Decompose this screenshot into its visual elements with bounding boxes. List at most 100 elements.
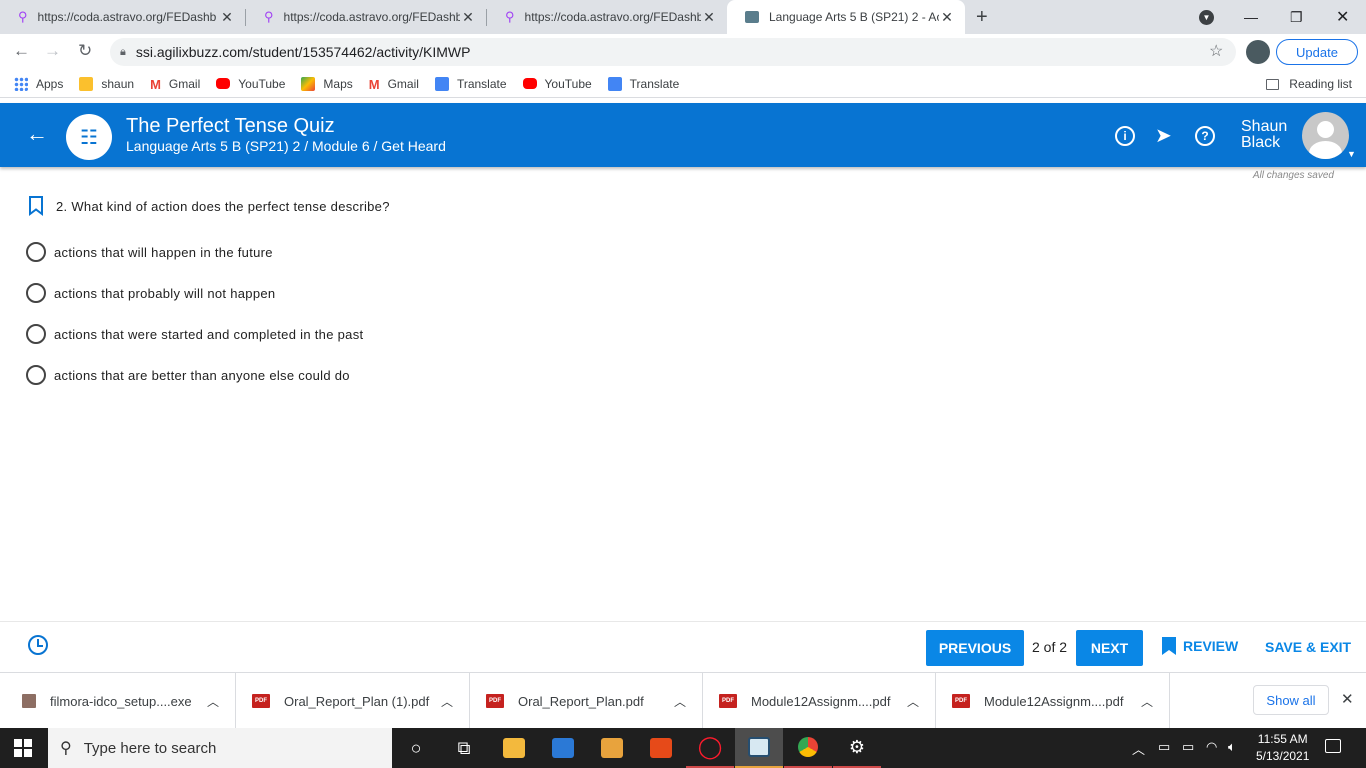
meet-icon[interactable]: ▭ [1158, 739, 1170, 755]
settings-gear-icon[interactable]: ⚙ [833, 728, 881, 768]
gmail-icon: M [368, 76, 380, 92]
back-arrow-icon[interactable]: ← [13, 41, 30, 61]
close-tab-icon[interactable]: ✕ [939, 9, 955, 26]
bookmark-icon [1162, 637, 1176, 655]
download-item[interactable]: PDF Oral_Report_Plan.pdf ︿ [470, 673, 703, 729]
close-downloads-icon[interactable]: ✕ [1341, 690, 1354, 708]
quiz-footer: PREVIOUS 2 of 2 NEXT REVIEW SAVE & EXIT [0, 621, 1366, 671]
previous-button[interactable]: PREVIOUS [926, 630, 1024, 666]
user-avatar[interactable] [1302, 112, 1349, 159]
question-counter: 2 of 2 [1032, 639, 1068, 655]
downloads-bar: filmora-idco_setup....exe ︿ PDF Oral_Repor… [0, 672, 1366, 729]
pdf-file-icon: PDF [486, 694, 504, 708]
show-all-downloads-button[interactable]: Show all [1253, 685, 1329, 715]
url-text: ssi.agilixbuzz.com/student/153574462/act… [135, 44, 471, 60]
bookmark-gmail[interactable]: M Gmail [368, 76, 419, 92]
forward-arrow-icon[interactable]: → [44, 41, 61, 61]
new-tab-plus-icon[interactable]: + [976, 6, 988, 29]
download-item[interactable]: filmora-idco_setup....exe ︿ [0, 673, 236, 729]
taskbar-search-box[interactable]: ⚲ Type here to search [48, 728, 392, 768]
clock-icon[interactable] [28, 635, 48, 655]
help-icon[interactable]: ? [1195, 123, 1215, 146]
answer-option[interactable]: actions that will happen in the future [26, 242, 273, 262]
bookmark-gmail[interactable]: M Gmail [150, 77, 200, 92]
bookmark-maps[interactable]: Maps [301, 76, 353, 91]
next-button[interactable]: NEXT [1076, 630, 1143, 666]
notification-icon[interactable] [1325, 739, 1341, 753]
chevron-up-icon[interactable]: ︿ [1132, 739, 1145, 758]
caret-down-icon[interactable]: ▼ [1347, 149, 1356, 159]
back-arrow-icon[interactable]: ← [26, 121, 48, 147]
save-exit-button[interactable]: SAVE & EXIT [1265, 639, 1351, 655]
browser-tab[interactable]: ⚲ https://coda.astravo.org/FEDashb ✕ [246, 0, 486, 34]
window-close-icon[interactable]: ✕ [1336, 0, 1349, 34]
browser-tab[interactable]: ⚲ https://coda.astravo.org/FEDashb ✕ [0, 0, 245, 34]
battery-icon[interactable]: ▭ [1182, 739, 1194, 755]
close-tab-icon[interactable]: ✕ [460, 9, 476, 26]
maps-icon [301, 76, 316, 91]
chevron-up-icon[interactable]: ︿ [207, 693, 219, 710]
chrome-icon[interactable] [784, 728, 832, 768]
windows-start-icon[interactable] [14, 739, 32, 757]
save-status: All changes saved [1252, 170, 1334, 181]
answer-option[interactable]: actions that were started and completed … [26, 324, 363, 344]
restore-icon[interactable]: ❐ [1290, 0, 1303, 34]
bookmark-translate[interactable]: Translate [607, 76, 679, 91]
download-item[interactable]: PDF Module12Assignm....pdf ︿ [703, 673, 936, 729]
office-icon[interactable] [637, 728, 685, 768]
radio-button[interactable] [26, 242, 46, 262]
bookmark-outline-icon[interactable] [28, 196, 44, 216]
task-view-icon[interactable]: ⧉ [440, 728, 488, 768]
page-title: The Perfect Tense Quiz [126, 115, 335, 137]
radio-button[interactable] [26, 283, 46, 303]
download-item[interactable]: PDF Oral_Report_Plan (1).pdf ︿ [236, 673, 470, 729]
radio-button[interactable] [26, 365, 46, 385]
volume-icon[interactable]: 🔈︎ [1228, 739, 1236, 755]
location-pin-icon: ⚲ [505, 9, 515, 24]
chevron-up-icon[interactable]: ︿ [441, 693, 453, 710]
location-pin-icon: ⚲ [264, 9, 274, 24]
wifi-icon[interactable]: ◠ [1206, 739, 1217, 755]
chevron-up-icon[interactable]: ︿ [1141, 693, 1153, 710]
update-button[interactable]: Update [1276, 39, 1358, 65]
radio-button[interactable] [26, 324, 46, 344]
minimize-icon[interactable]: — [1244, 0, 1258, 34]
tab-search-icon[interactable]: ▼ [1199, 0, 1214, 34]
tab-title: Language Arts 5 B (SP21) 2 - Acti [769, 10, 939, 24]
answer-option[interactable]: actions that probably will not happen [26, 283, 275, 303]
bookmark-youtube[interactable]: YouTube [216, 77, 285, 91]
close-tab-icon[interactable]: ✕ [219, 9, 235, 26]
close-tab-icon[interactable]: ✕ [701, 9, 717, 26]
breadcrumb[interactable]: Language Arts 5 B (SP21) 2 / Module 6 / … [126, 138, 446, 154]
info-icon[interactable]: i [1115, 123, 1135, 146]
address-bar[interactable]: 🔒︎ ssi.agilixbuzz.com/student/153574462/… [110, 38, 1236, 66]
browser-tab[interactable]: ⚲ https://coda.astravo.org/FEDashb ✕ [487, 0, 727, 34]
bookmark-apps[interactable]: Apps [14, 76, 63, 91]
answer-option[interactable]: actions that are better than anyone else… [26, 365, 350, 385]
reload-icon[interactable]: ↻ [78, 41, 92, 61]
send-icon[interactable]: ➤ [1155, 123, 1172, 148]
pdf-file-icon: PDF [252, 694, 270, 708]
chevron-up-icon[interactable]: ︿ [674, 693, 686, 710]
browser-tab-active[interactable]: Language Arts 5 B (SP21) 2 - Acti ✕ [727, 0, 965, 34]
bookmark-star-icon[interactable]: ☆ [1209, 41, 1223, 61]
app-icon[interactable] [735, 728, 783, 768]
review-button[interactable]: REVIEW [1162, 637, 1238, 655]
opera-icon[interactable]: ◯ [686, 728, 734, 768]
tab-title: https://coda.astravo.org/FEDashb [283, 10, 460, 24]
bookmark-shaun[interactable]: shaun [79, 76, 134, 91]
file-explorer-icon[interactable] [490, 728, 538, 768]
youtube-icon [522, 78, 537, 89]
cortana-icon[interactable]: ○ [392, 728, 440, 768]
chevron-up-icon[interactable]: ︿ [907, 693, 919, 710]
mail-icon[interactable] [539, 728, 587, 768]
bookmark-youtube[interactable]: YouTube [522, 77, 592, 91]
bookmark-translate[interactable]: Translate [434, 76, 507, 91]
store-icon[interactable] [588, 728, 636, 768]
browser-toolbar: ← → ↻ 🔒︎ ssi.agilixbuzz.com/student/1535… [0, 34, 1366, 70]
download-item[interactable]: PDF Module12Assignm....pdf ︿ [936, 673, 1170, 729]
user-name[interactable]: Shaun Black [1241, 119, 1287, 151]
clock-date[interactable]: 11:55 AM 5/13/2021 [1256, 731, 1309, 765]
reading-list-button[interactable]: Reading list [1266, 77, 1352, 91]
profile-avatar[interactable] [1246, 40, 1270, 64]
